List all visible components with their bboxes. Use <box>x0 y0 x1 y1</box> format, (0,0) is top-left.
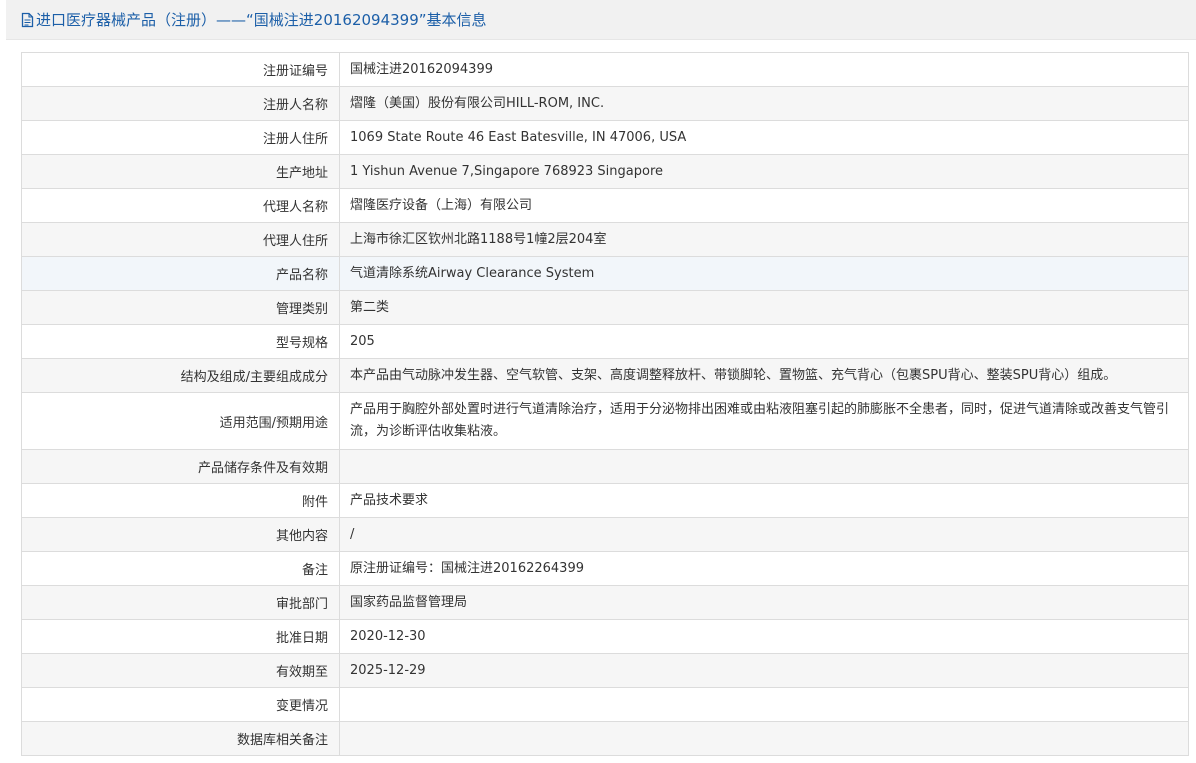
row-value: 产品技术要求 <box>339 483 1189 518</box>
row-value: 国家药品监督管理局 <box>339 585 1189 620</box>
title-bar: 进口医疗器械产品（注册）——“国械注进20162094399”基本信息 <box>6 0 1196 40</box>
row-label: 生产地址 <box>21 154 340 189</box>
row-label: 产品名称 <box>21 256 340 291</box>
table-row: 批准日期 2020-12-30 <box>21 619 1189 654</box>
row-label: 适用范围/预期用途 <box>21 392 340 450</box>
row-value: 1069 State Route 46 East Batesville, IN … <box>339 120 1189 155</box>
row-value <box>339 721 1189 756</box>
row-value: 产品用于胸腔外部处置时进行气道清除治疗，适用于分泌物排出困难或由粘液阻塞引起的肺… <box>339 392 1189 450</box>
row-label: 注册人名称 <box>21 86 340 121</box>
row-value: 本产品由气动脉冲发生器、空气软管、支架、高度调整释放杆、带锁脚轮、置物篮、充气背… <box>339 358 1189 393</box>
row-value: 2020-12-30 <box>339 619 1189 654</box>
table-row: 产品储存条件及有效期 <box>21 449 1189 484</box>
row-label: 产品储存条件及有效期 <box>21 449 340 484</box>
row-value: 第二类 <box>339 290 1189 325</box>
table-row: 附件 产品技术要求 <box>21 483 1189 518</box>
document-icon <box>21 12 34 28</box>
row-label: 变更情况 <box>21 687 340 722</box>
page-title: 进口医疗器械产品（注册）——“国械注进20162094399”基本信息 <box>36 11 487 29</box>
row-value: / <box>339 517 1189 552</box>
row-value: 气道清除系统Airway Clearance System <box>339 256 1189 291</box>
page: 进口医疗器械产品（注册）——“国械注进20162094399”基本信息 注册证编… <box>0 0 1196 763</box>
row-value: 国械注进20162094399 <box>339 52 1189 87</box>
row-value <box>339 449 1189 484</box>
table-row: 生产地址 1 Yishun Avenue 7,Singapore 768923 … <box>21 154 1189 189</box>
table-row: 代理人名称 熠隆医疗设备（上海）有限公司 <box>21 188 1189 223</box>
table-row: 注册人名称 熠隆（美国）股份有限公司HILL-ROM, INC. <box>21 86 1189 121</box>
row-label: 注册证编号 <box>21 52 340 87</box>
row-label: 备注 <box>21 551 340 586</box>
table-row: 备注 原注册证编号：国械注进20162264399 <box>21 551 1189 586</box>
table-row: 型号规格 205 <box>21 324 1189 359</box>
row-value: 熠隆医疗设备（上海）有限公司 <box>339 188 1189 223</box>
table-row: 注册人住所 1069 State Route 46 East Batesvill… <box>21 120 1189 155</box>
row-value: 2025-12-29 <box>339 653 1189 688</box>
table-row: 数据库相关备注 <box>21 721 1189 756</box>
row-value: 熠隆（美国）股份有限公司HILL-ROM, INC. <box>339 86 1189 121</box>
row-value: 上海市徐汇区钦州北路1188号1幢2层204室 <box>339 222 1189 257</box>
row-label: 注册人住所 <box>21 120 340 155</box>
table-row: 有效期至 2025-12-29 <box>21 653 1189 688</box>
table-row: 代理人住所 上海市徐汇区钦州北路1188号1幢2层204室 <box>21 222 1189 257</box>
row-value: 原注册证编号：国械注进20162264399 <box>339 551 1189 586</box>
row-label: 结构及组成/主要组成成分 <box>21 358 340 393</box>
row-value: 1 Yishun Avenue 7,Singapore 768923 Singa… <box>339 154 1189 189</box>
table-row: 注册证编号 国械注进20162094399 <box>21 52 1189 87</box>
table-row: 管理类别 第二类 <box>21 290 1189 325</box>
table-row: 变更情况 <box>21 687 1189 722</box>
table-row: 产品名称 气道清除系统Airway Clearance System <box>21 256 1189 291</box>
row-label: 附件 <box>21 483 340 518</box>
info-table: 注册证编号 国械注进20162094399 注册人名称 熠隆（美国）股份有限公司… <box>21 52 1189 756</box>
row-label: 代理人住所 <box>21 222 340 257</box>
row-label: 批准日期 <box>21 619 340 654</box>
table-row: 审批部门 国家药品监督管理局 <box>21 585 1189 620</box>
table-row: 结构及组成/主要组成成分 本产品由气动脉冲发生器、空气软管、支架、高度调整释放杆… <box>21 358 1189 393</box>
row-label: 管理类别 <box>21 290 340 325</box>
row-label: 有效期至 <box>21 653 340 688</box>
row-value <box>339 687 1189 722</box>
table-row: 其他内容 / <box>21 517 1189 552</box>
row-label: 代理人名称 <box>21 188 340 223</box>
row-value: 205 <box>339 324 1189 359</box>
row-label: 型号规格 <box>21 324 340 359</box>
row-label: 审批部门 <box>21 585 340 620</box>
row-label: 其他内容 <box>21 517 340 552</box>
row-label: 数据库相关备注 <box>21 721 340 756</box>
table-row: 适用范围/预期用途 产品用于胸腔外部处置时进行气道清除治疗，适用于分泌物排出困难… <box>21 392 1189 450</box>
